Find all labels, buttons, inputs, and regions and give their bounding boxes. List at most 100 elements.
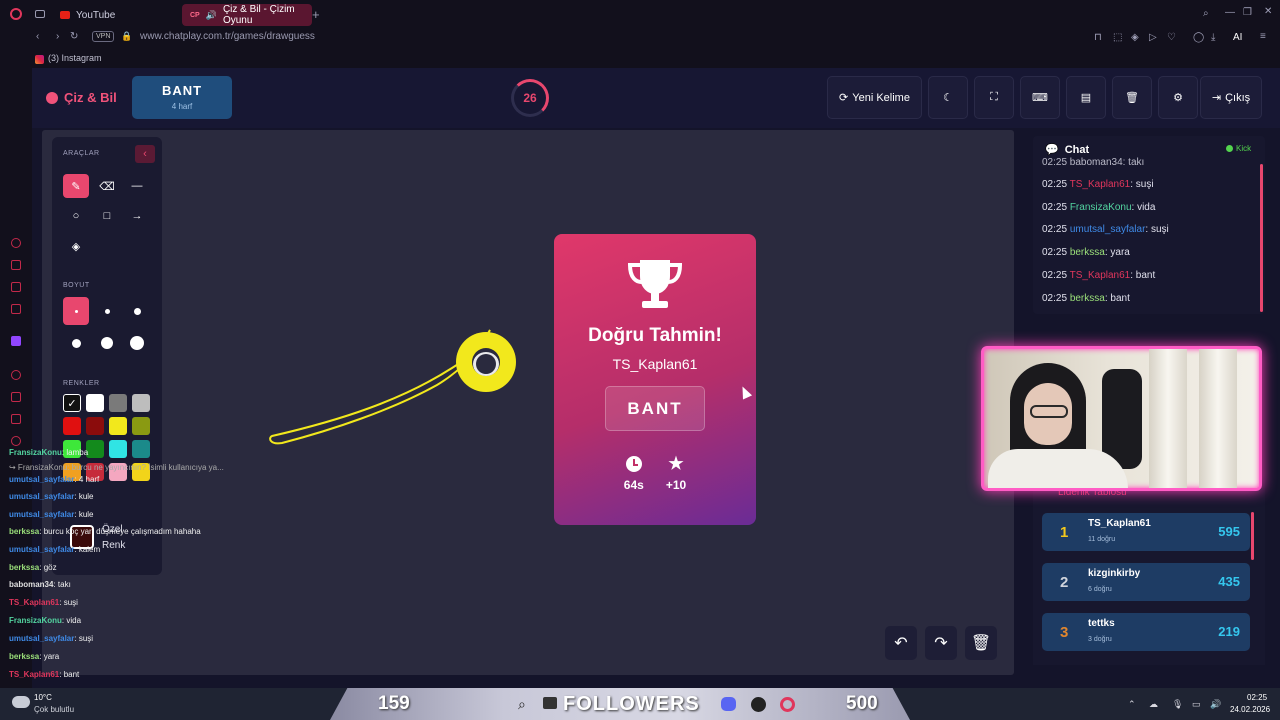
discord-icon[interactable] (721, 697, 736, 711)
new-tab-button[interactable]: + (312, 7, 320, 22)
close-window-icon[interactable]: ✕ (1264, 6, 1272, 17)
bookmark-instagram[interactable]: (3) Instagram (48, 53, 102, 63)
tray-chevron-icon[interactable]: ⌃ (1128, 699, 1136, 710)
sidebar-mail-icon[interactable] (11, 282, 21, 292)
chat-message-user[interactable]: TS_Kaplan61 (1070, 270, 1131, 281)
player-icon[interactable]: ▷ (1149, 32, 1157, 43)
circle-tool[interactable]: ○ (63, 204, 89, 228)
keyboard-button[interactable]: ⌨ (1020, 76, 1060, 119)
profile-icon[interactable]: ◯ (1193, 32, 1204, 43)
speaker-icon[interactable]: 🔊 (206, 10, 217, 21)
clock-date[interactable]: 24.02.2026 (1230, 705, 1270, 714)
sidebar-messenger-icon[interactable] (11, 238, 21, 248)
color-swatch[interactable] (132, 440, 150, 458)
dark-mode-button[interactable]: ☾ (928, 76, 968, 119)
sidebar-history-icon[interactable] (11, 414, 21, 424)
back-icon[interactable]: ‹ (36, 31, 39, 42)
forward-icon[interactable]: › (56, 31, 59, 42)
overlay-chat-user: TS_Kaplan61 (9, 598, 60, 607)
clear-button[interactable]: 🗑 (1112, 76, 1152, 119)
color-swatch[interactable] (63, 417, 81, 435)
tray-volume-icon[interactable]: 🔊 (1210, 699, 1221, 710)
color-swatch[interactable] (86, 394, 104, 412)
ai-button[interactable]: AI (1233, 32, 1242, 43)
color-swatch[interactable] (132, 417, 150, 435)
overlay-chat-text: : suşi (59, 598, 78, 607)
tab-youtube[interactable]: YouTube (52, 4, 123, 26)
tab-overview-icon[interactable] (35, 10, 45, 18)
chat-message-user[interactable]: berkssa (1070, 247, 1105, 258)
overlay-chat-text: : bant (59, 670, 80, 679)
obs-icon[interactable] (751, 697, 766, 712)
sidebar-bag-icon[interactable] (11, 260, 21, 270)
leaderboard-scrollbar[interactable] (1251, 512, 1254, 560)
restore-icon[interactable]: ❐ (1243, 7, 1252, 18)
search-icon[interactable]: ⌕ (518, 696, 526, 713)
sidebar-chat-icon[interactable] (11, 304, 21, 314)
size-option-4[interactable] (63, 329, 89, 357)
eraser-tool[interactable]: ⌫ (94, 174, 120, 198)
sidebar-twitch-icon[interactable] (11, 336, 21, 346)
chat-message-user[interactable]: berkssa (1070, 293, 1105, 304)
arrow-tool[interactable]: → (124, 204, 150, 228)
chat-message-user[interactable]: TS_Kaplan61 (1070, 179, 1131, 190)
menu-icon[interactable]: ≡ (1260, 31, 1266, 42)
tray-monitor-icon[interactable]: ▭ (1192, 699, 1201, 710)
color-swatch[interactable] (109, 417, 127, 435)
undo-button[interactable]: ↶ (885, 626, 917, 660)
app-logo[interactable]: Çiz & Bil (46, 90, 117, 105)
kick-status[interactable]: Kick (1226, 144, 1251, 153)
tray-network-icon[interactable]: ☁ (1149, 699, 1158, 710)
download-icon[interactable]: ⤓ (1211, 32, 1215, 43)
overlay-chat-user: FransizaKonu (9, 616, 62, 625)
size-option-2[interactable] (94, 297, 120, 325)
color-swatch[interactable] (109, 394, 127, 412)
shield-icon[interactable]: ◈ (1131, 32, 1139, 43)
chat-message-user[interactable]: FransizaKonu (1070, 202, 1132, 213)
redo-button[interactable]: ↷ (925, 626, 957, 660)
sidebar-bookmark-icon[interactable] (11, 392, 21, 402)
size-option-3[interactable] (124, 297, 150, 325)
youtube-icon (60, 11, 70, 19)
color-swatch[interactable] (132, 394, 150, 412)
arrow-icon: → (131, 210, 143, 222)
search-tabs-icon[interactable]: ⌕ (1203, 8, 1209, 19)
pin-icon[interactable]: ⊓ (1094, 32, 1102, 43)
fill-tool[interactable]: ◈ (63, 234, 89, 258)
clock-time[interactable]: 02:25 (1247, 693, 1267, 702)
url-field[interactable]: www.chatplay.com.tr/games/drawguess (140, 31, 315, 42)
drawing-canvas[interactable] (42, 130, 1014, 675)
chat-message-user[interactable]: umutsal_sayfalar (1070, 224, 1146, 235)
chat-scrollbar[interactable] (1260, 164, 1263, 312)
sidebar-settings-icon[interactable] (11, 436, 21, 446)
settings-button[interactable]: ⚙ (1158, 76, 1198, 119)
reload-icon[interactable]: ↻ (70, 31, 78, 42)
size-option-1[interactable] (63, 297, 89, 325)
brush-tool[interactable]: ✎ (63, 174, 89, 198)
size-option-5[interactable] (94, 329, 120, 357)
new-word-button[interactable]: ⟳ Yeni Kelime (827, 76, 922, 119)
vpn-badge[interactable]: VPN (92, 31, 115, 42)
screenshot-icon[interactable]: ⬚ (1113, 32, 1122, 43)
size-option-6[interactable] (124, 329, 150, 357)
line-tool[interactable]: — (124, 174, 150, 198)
clear-canvas-button[interactable]: 🗑 (965, 626, 997, 660)
sidebar-clock-icon[interactable] (11, 370, 21, 380)
color-swatch[interactable]: ✓ (63, 394, 81, 412)
custom-color-label-2: Renk (102, 540, 126, 551)
opera-logo-icon[interactable] (10, 8, 22, 20)
fullscreen-button[interactable]: ⛶ (974, 76, 1014, 119)
color-swatch[interactable] (86, 440, 104, 458)
file-explorer-icon[interactable] (543, 697, 557, 709)
heart-icon[interactable]: ♡ (1167, 32, 1176, 43)
archive-button[interactable]: ▤ (1066, 76, 1106, 119)
exit-button[interactable]: ⇥ Çıkış (1200, 76, 1262, 119)
tray-mic-icon[interactable]: 🎙 (1172, 699, 1183, 710)
color-swatch[interactable] (86, 417, 104, 435)
color-swatch[interactable] (109, 440, 127, 458)
minimize-icon[interactable]: — (1225, 7, 1235, 18)
collapse-panel-button[interactable]: ‹ (135, 145, 155, 163)
tab-drawguess[interactable]: CP 🔊 Çiz & Bil - Çizim Oyunu (182, 4, 312, 26)
opera-taskbar-icon[interactable] (780, 697, 795, 712)
rectangle-tool[interactable]: □ (94, 204, 120, 228)
